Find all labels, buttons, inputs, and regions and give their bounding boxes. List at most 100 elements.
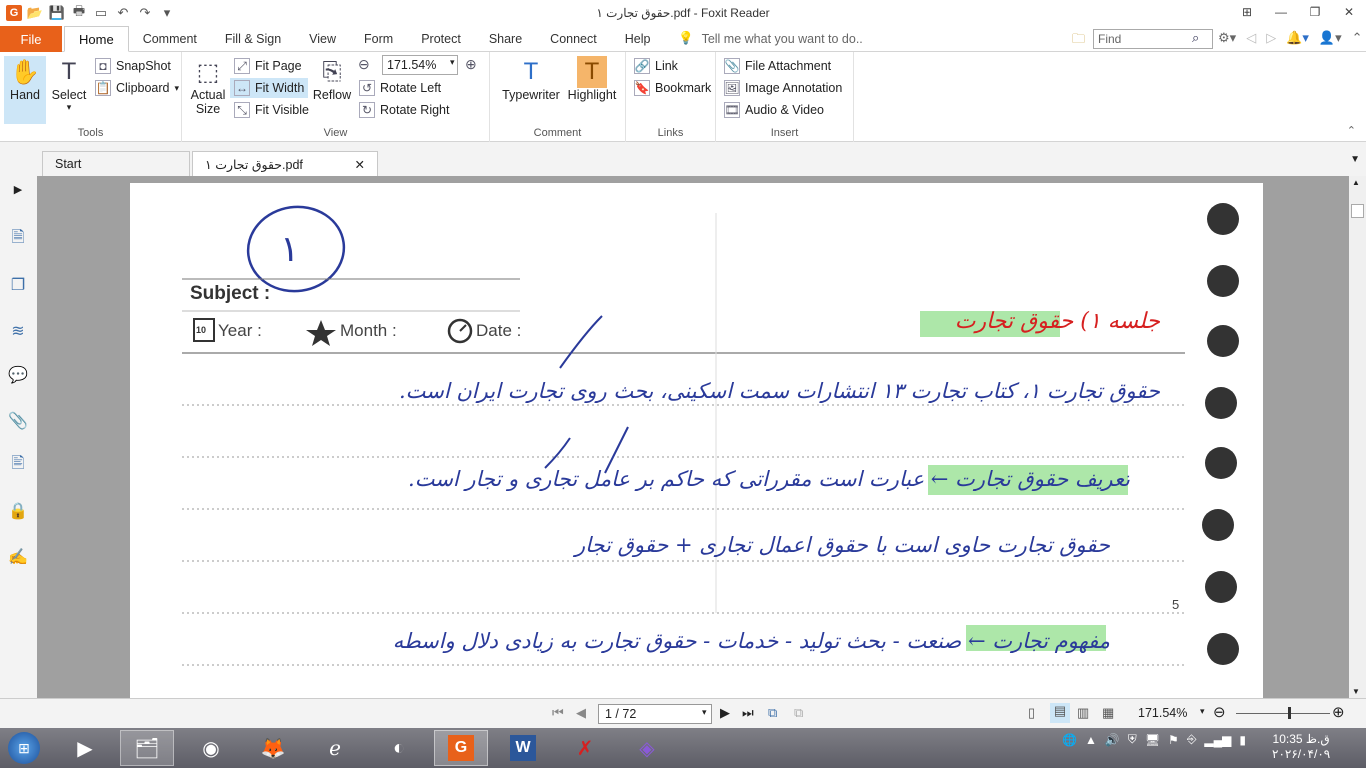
bell-icon[interactable]: 🔔▾ [1286,30,1309,46]
file-tab[interactable]: File [0,26,62,52]
tell-me-box[interactable]: 💡 Tell me what you want to do.. [678,31,863,46]
usb-icon[interactable]: ⎆ [1187,732,1197,747]
scroll-down-icon[interactable]: ▼ [1352,687,1360,696]
network-globe-icon[interactable]: 🌐 [1062,733,1077,747]
previous-page-icon[interactable]: ◀ [576,705,586,721]
foxit-reader-taskbar-icon[interactable]: G [434,730,488,766]
zoom-dropdown-icon[interactable]: ▾ [1200,706,1205,717]
page-dropdown-icon[interactable]: ▾ [702,707,707,718]
battery-icon[interactable]: ▮ [1239,733,1246,747]
flag-icon[interactable]: ⚑ [1168,733,1179,747]
layers-icon[interactable]: ≋ [7,320,29,342]
tab-fill-sign[interactable]: Fill & Sign [211,26,295,52]
continuous-page-icon[interactable]: ▤ [1050,703,1070,723]
zoom-select[interactable]: 171.54% [382,55,458,75]
media-player-icon[interactable]: ▶ [58,730,112,766]
app-red-icon[interactable]: ✗ [558,730,612,766]
internet-explorer-icon[interactable]: ℯ [308,730,362,766]
typewriter-button[interactable]: T Typewriter [500,56,562,102]
search-icon[interactable]: ⌕ [1192,30,1199,46]
back-arrow-icon[interactable]: ◁ [1246,30,1256,46]
tab-protect[interactable]: Protect [407,26,475,52]
actual-size-button[interactable]: ⬚ Actual Size [188,56,228,117]
close-tab-icon[interactable]: ✕ [355,157,365,172]
certify-icon[interactable]: ✍ [7,546,29,568]
signature-icon[interactable]: 🖹 [7,454,29,476]
rotate-left-button[interactable]: ↺ Rotate Left [359,78,441,98]
tray-expand-icon[interactable]: ▲ [1085,733,1097,747]
first-page-icon[interactable]: ⏮ [552,705,564,721]
zoom-in-icon[interactable]: ⊕ [465,56,477,73]
bookmark-button[interactable]: 🔖 Bookmark [634,78,711,98]
lock-icon[interactable]: 🔒 [7,500,29,522]
highlight-button[interactable]: T Highlight [566,56,618,102]
scroll-thumb[interactable] [1351,204,1364,218]
collapse-ribbon-icon[interactable]: ⌃ [1347,124,1356,137]
edge-icon[interactable]: ◐ [372,730,426,766]
minimize-button[interactable]: — [1264,0,1298,24]
clipboard-button[interactable]: 📋 Clipboard ▾ [95,78,179,98]
tab-home[interactable]: Home [64,26,129,52]
link-button[interactable]: 🔗 Link [634,56,678,76]
fit-visible-button[interactable]: ⤡ Fit Visible [234,100,309,120]
tab-share[interactable]: Share [475,26,536,52]
zoom-out-icon[interactable]: ⊖ [1213,703,1226,721]
visual-studio-icon[interactable]: ◈ [620,730,674,766]
tabs-dropdown-icon[interactable]: ▼ [1350,154,1360,165]
next-page-icon[interactable]: ▶ [720,705,730,721]
previous-view-icon[interactable]: ⧉ [768,705,777,721]
user-icon[interactable]: 👤▾ [1319,30,1342,46]
layers-copy-icon[interactable]: ❐ [7,274,29,296]
signal-icon[interactable]: ▂▄▆ [1204,733,1231,747]
scroll-up-icon[interactable]: ▲ [1352,178,1360,187]
tab-comment[interactable]: Comment [129,26,211,52]
image-annotation-button[interactable]: 🖼 Image Annotation [724,78,842,98]
folder-search-icon[interactable]: 🗀 [1072,30,1085,52]
file-explorer-icon[interactable]: 🗂 [120,730,174,766]
vertical-scrollbar[interactable]: ▲ ▼ [1349,176,1366,698]
reflow-button[interactable]: ⎘ Reflow [310,56,354,102]
attachments-icon[interactable]: 📎 [7,410,29,432]
word-icon[interactable]: W [496,730,550,766]
zoom-slider-thumb[interactable] [1288,707,1291,719]
restore-button[interactable]: ❐ [1298,0,1332,24]
facing-page-icon[interactable]: ▥ [1077,705,1089,721]
tab-connect[interactable]: Connect [536,26,611,52]
tab-start[interactable]: Start [42,151,190,176]
close-button[interactable]: ✕ [1332,0,1366,24]
snapshot-button[interactable]: ◘ SnapShot [95,56,171,76]
rotate-right-button[interactable]: ↻ Rotate Right [359,100,449,120]
next-view-icon[interactable]: ⧉ [794,705,803,721]
chevron-up-icon[interactable]: ⌃ [1352,30,1363,46]
monitor-icon[interactable]: 🖥 [1145,733,1160,747]
tab-form[interactable]: Form [350,26,407,52]
comments-icon[interactable]: 💬 [7,364,29,386]
select-button[interactable]: T Select ▾ [48,56,90,113]
zoom-dropdown-icon[interactable]: ▾ [450,57,455,68]
single-page-icon[interactable]: ▯ [1028,705,1035,721]
start-button[interactable]: ⊞ [0,730,48,766]
document-workspace[interactable]: ۱ Subject : 10 Year : Month : Date : جلس… [37,176,1349,698]
fit-width-button[interactable]: ↔ Fit Width [230,78,309,98]
expand-panel-icon[interactable]: ▶ [7,178,29,200]
tab-help[interactable]: Help [611,26,665,52]
audio-video-button[interactable]: 🎞 Audio & Video [724,100,824,120]
hand-button[interactable]: ✋ Hand [4,56,46,124]
page-number-input[interactable]: 1 / 72 [598,704,712,724]
zoom-slider-track[interactable] [1236,713,1330,714]
continuous-facing-icon[interactable]: ▦ [1102,705,1114,721]
tab-document[interactable]: حقوق تجارت ۱.pdf ✕ [192,151,378,176]
forward-arrow-icon[interactable]: ▷ [1266,30,1276,46]
pages-icon[interactable]: 🗎 [7,228,29,250]
antivirus-icon[interactable]: ⛨ [1128,732,1137,747]
firefox-icon[interactable]: 🦊 [246,730,300,766]
layout-icon[interactable]: ⊞ [1230,0,1264,24]
file-attachment-button[interactable]: 📎 File Attachment [724,56,831,76]
zoom-out-icon[interactable]: ⊖ [358,56,370,73]
volume-icon[interactable]: 🔊 [1105,733,1120,747]
fit-page-button[interactable]: ⤢ Fit Page [234,56,302,76]
tab-view[interactable]: View [295,26,350,52]
last-page-icon[interactable]: ⏭ [742,705,754,721]
clock[interactable]: 10:35 ق.ظ ۲۰۲۶/۰۴/۰۹ [1272,732,1330,762]
zoom-in-icon[interactable]: ⊕ [1332,703,1345,721]
